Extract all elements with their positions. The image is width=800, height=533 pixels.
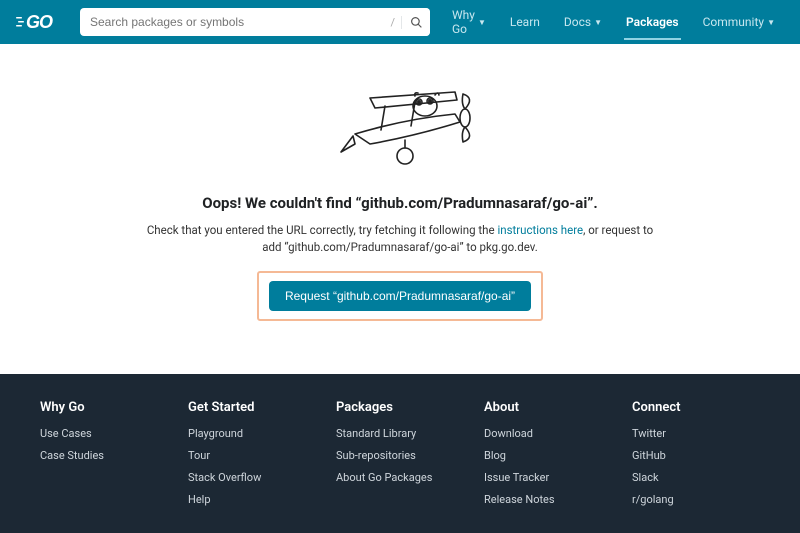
chevron-down-icon: ▼ [594,18,602,27]
footer-link[interactable]: Sub-repositories [336,449,464,462]
search-box: / [80,8,430,36]
search-button[interactable] [402,8,430,36]
nav-label: Community [703,15,764,29]
nav-label: Why Go [452,8,475,36]
nav-community[interactable]: Community▼ [693,0,785,44]
not-found-content: Oops! We couldn't find “github.com/Pradu… [0,44,800,374]
footer-link[interactable]: Stack Overflow [188,471,316,484]
footer-link[interactable]: Release Notes [484,493,612,506]
search-icon [410,16,423,29]
nav-label: Packages [626,15,679,29]
go-logo[interactable]: GO [16,12,68,32]
svg-text:GO: GO [26,12,53,32]
footer-link[interactable]: Download [484,427,612,440]
search-shortcut-hint: / [384,16,402,29]
site-footer: Why Go Use Cases Case Studies Get Started Pl… [0,374,800,533]
nav-learn[interactable]: Learn [500,0,550,44]
footer-col: About Download Blog Issue Tracker Release No… [484,400,612,515]
nav-label: Docs [564,15,591,29]
footer-link[interactable]: Tour [188,449,316,462]
footer-link[interactable]: Blog [484,449,612,462]
request-package-button[interactable]: Request “github.com/Pradumnasaraf/go-ai” [269,281,531,311]
nav-packages[interactable]: Packages [616,0,689,44]
footer-col-title: Packages [336,400,464,415]
request-highlight-box: Request “github.com/Pradumnasaraf/go-ai” [257,271,543,321]
footer-col-title: About [484,400,612,415]
footer-link[interactable]: Issue Tracker [484,471,612,484]
footer-col-title: Get Started [188,400,316,415]
footer-link[interactable]: Twitter [632,427,760,440]
footer-link[interactable]: Use Cases [40,427,168,440]
site-header: GO / Why Go▼ Learn Docs▼ Packages Commun… [0,0,800,44]
footer-col-title: Why Go [40,400,168,415]
chevron-down-icon: ▼ [767,18,775,27]
footer-link[interactable]: About Go Packages [336,471,464,484]
chevron-down-icon: ▼ [478,18,486,27]
nav-why-go[interactable]: Why Go▼ [442,0,496,44]
footer-link[interactable]: r/golang [632,493,760,506]
search-input[interactable] [80,15,384,29]
footer-link[interactable]: Help [188,493,316,506]
gopher-pilot-illustration [315,74,485,184]
top-nav: Why Go▼ Learn Docs▼ Packages Community▼ [442,0,785,44]
footer-col: Packages Standard Library Sub-repositories… [336,400,464,515]
footer-link[interactable]: GitHub [632,449,760,462]
nav-label: Learn [510,15,540,29]
not-found-headline: Oops! We couldn't find “github.com/Pradu… [202,194,598,212]
footer-link[interactable]: Playground [188,427,316,440]
footer-col-title: Connect [632,400,760,415]
footer-link[interactable]: Slack [632,471,760,484]
not-found-subtext: Check that you entered the URL correctly… [140,222,660,257]
footer-col: Why Go Use Cases Case Studies [40,400,168,515]
nav-docs[interactable]: Docs▼ [554,0,612,44]
footer-link[interactable]: Case Studies [40,449,168,462]
footer-link[interactable]: Standard Library [336,427,464,440]
instructions-link[interactable]: instructions here [497,223,583,237]
footer-col: Get Started Playground Tour Stack Overflow H… [188,400,316,515]
footer-col: Connect Twitter GitHub Slack r/golang [632,400,760,515]
